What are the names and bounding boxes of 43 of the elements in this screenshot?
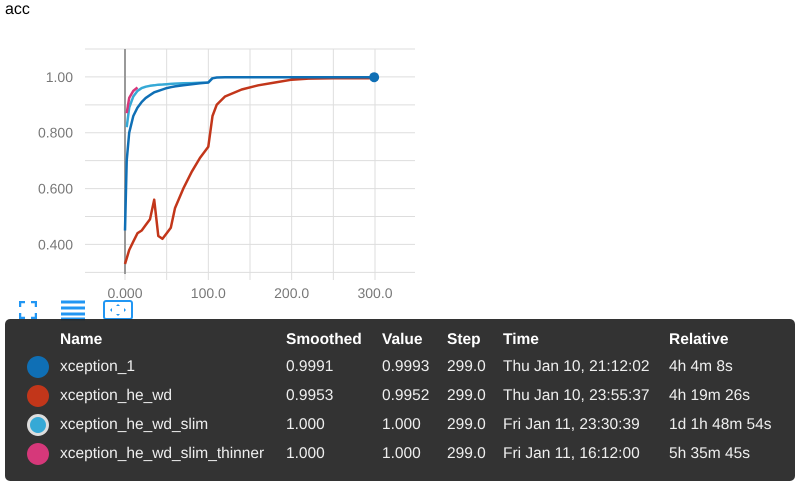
column-header: Value (382, 331, 422, 349)
table-cell: Fri Jan 11, 23:30:39 (503, 416, 640, 434)
table-cell: 1d 1h 48m 54s (669, 416, 772, 434)
chart-title: acc (4, 0, 30, 20)
column-header: Name (60, 331, 102, 349)
column-header: Time (503, 331, 539, 349)
table-cell: Thu Jan 10, 23:55:37 (503, 387, 650, 405)
table-cell: 5h 35m 45s (669, 445, 750, 463)
table-cell: 4h 19m 26s (669, 387, 750, 405)
x-tick-label: 100.0 (190, 285, 226, 301)
table-cell: 1.000 (382, 445, 421, 463)
x-tick-label: 300.0 (357, 285, 393, 301)
x-tick-label: 200.0 (274, 285, 310, 301)
y-tick-label: 0.800 (38, 124, 73, 141)
table-cell: xception_he_wd_slim (60, 416, 208, 434)
table-cell: xception_1 (60, 358, 135, 376)
table-cell: 4h 4m 8s (669, 358, 733, 376)
table-cell: Fri Jan 11, 16:12:00 (503, 445, 640, 463)
table-cell: 299.0 (447, 445, 486, 463)
table-cell: 299.0 (447, 387, 486, 405)
list-icon (61, 299, 85, 321)
hover-point (369, 72, 380, 82)
table-cell: 299.0 (447, 358, 486, 376)
table-cell: 0.9993 (382, 358, 430, 376)
table-cell: xception_he_wd (60, 387, 172, 405)
y-tick-label: 1.00 (46, 68, 73, 85)
arrows-icon (109, 303, 127, 317)
table-cell: Thu Jan 10, 21:12:02 (503, 358, 650, 376)
y-tick-label: 0.400 (38, 236, 73, 252)
fullscreen-icon (19, 301, 37, 319)
table-cell: 1.000 (286, 445, 325, 463)
table-cell: 299.0 (447, 416, 486, 434)
table-cell: 0.9953 (286, 387, 334, 405)
table-cell: 0.9952 (382, 387, 430, 405)
table-cell: 1.000 (286, 416, 325, 434)
column-header: Smoothed (286, 331, 362, 349)
column-header: Step (447, 331, 481, 349)
x-tick-label: 0.000 (107, 285, 143, 301)
table-cell: 0.9991 (286, 358, 334, 376)
y-tick-label: 0.600 (38, 180, 73, 197)
column-header: Relative (669, 331, 728, 349)
table-cell: 1.000 (382, 416, 421, 434)
table-cell: xception_he_wd_slim_thinner (60, 445, 264, 463)
